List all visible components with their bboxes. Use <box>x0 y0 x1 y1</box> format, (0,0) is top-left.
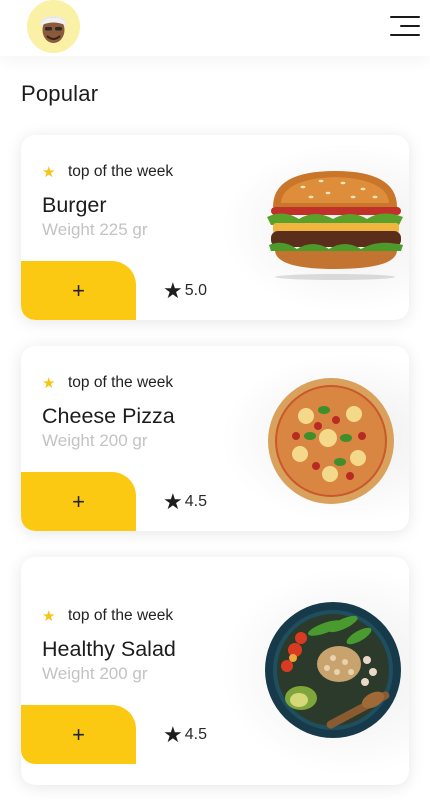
product-weight: Weight 225 gr <box>42 220 148 239</box>
section-title: Popular <box>21 81 99 106</box>
avatar-icon <box>27 0 80 53</box>
product-rating: ★ 4.5 <box>163 722 207 747</box>
product-name: Burger <box>42 193 107 217</box>
plus-icon: + <box>72 721 85 747</box>
product-card-burger[interactable]: ★ top of the week Burger Weight 225 gr +… <box>21 135 409 320</box>
product-tag: ★ top of the week <box>42 607 174 625</box>
product-rating: ★ 4.5 <box>163 489 207 514</box>
add-to-cart-button[interactable]: + <box>21 705 136 764</box>
plus-icon: + <box>72 488 85 514</box>
product-name: Cheese Pizza <box>42 404 175 428</box>
product-tag: ★ top of the week <box>42 163 174 181</box>
user-avatar[interactable] <box>27 0 80 53</box>
hamburger-menu-icon <box>390 16 420 18</box>
hamburger-menu-icon-line <box>390 34 420 36</box>
salad-bowl-image <box>263 602 405 747</box>
top-bar <box>0 0 430 56</box>
product-weight: Weight 200 gr <box>42 431 148 450</box>
star-icon: ★ <box>163 722 183 747</box>
star-icon: ★ <box>163 489 183 514</box>
pizza-image <box>266 376 396 506</box>
star-icon: ★ <box>42 607 56 625</box>
burger-image <box>263 165 409 280</box>
add-to-cart-button[interactable]: + <box>21 261 136 320</box>
product-card-cheese-pizza[interactable]: ★ top of the week Cheese Pizza Weight 20… <box>21 346 409 531</box>
star-icon: ★ <box>42 374 56 392</box>
star-icon: ★ <box>42 163 56 181</box>
product-rating: ★ 5.0 <box>163 278 207 303</box>
product-tag: ★ top of the week <box>42 374 174 392</box>
plus-icon: + <box>72 277 85 303</box>
menu-button[interactable] <box>386 14 420 40</box>
add-to-cart-button[interactable]: + <box>21 472 136 531</box>
product-name: Healthy Salad <box>42 637 176 661</box>
product-weight: Weight 200 gr <box>42 664 148 683</box>
hamburger-menu-icon-line <box>400 25 420 27</box>
star-icon: ★ <box>163 278 183 303</box>
product-card-healthy-salad[interactable]: ★ top of the week Healthy Salad Weight 2… <box>21 557 409 785</box>
